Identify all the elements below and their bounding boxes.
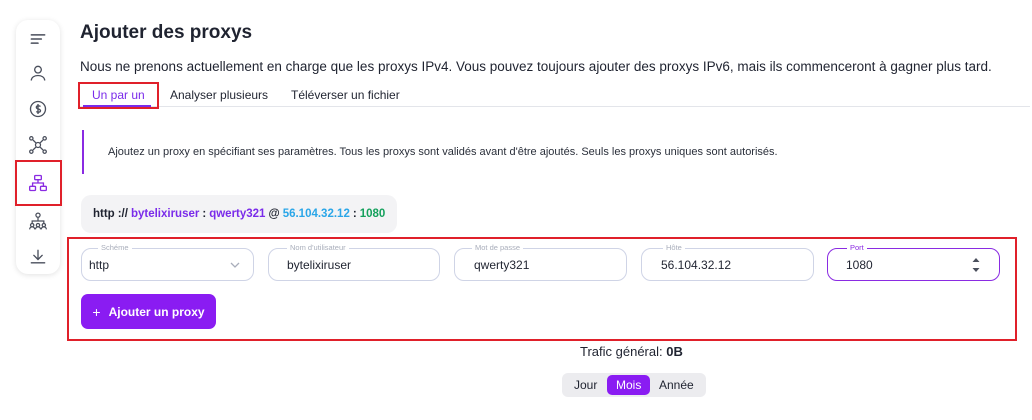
period-toggle: Jour Mois Année xyxy=(562,373,706,397)
info-text: Ajoutez un proxy en spécifiant ses param… xyxy=(108,146,778,158)
sidebar-item-network[interactable] xyxy=(16,128,60,162)
preview-password: qwerty321 xyxy=(209,208,266,220)
password-label: Mot de passe xyxy=(472,243,524,252)
dollar-icon xyxy=(29,100,47,118)
user-icon xyxy=(30,65,46,81)
traffic-label: Trafic général: xyxy=(580,344,663,359)
tab-bar: Un par un Analyser plusieurs Téléverser … xyxy=(80,84,1030,107)
chevron-down-icon xyxy=(230,262,240,268)
username-label: Nom d'utilisateur xyxy=(287,243,349,252)
menu-lines-icon xyxy=(30,34,46,44)
preview-colon: : xyxy=(202,208,207,220)
username-field[interactable]: Nom d'utilisateur bytelixiruser xyxy=(268,243,440,281)
plus-icon: + xyxy=(92,303,101,320)
sidebar-item-team[interactable] xyxy=(16,204,60,238)
tab-televerser-fichier[interactable]: Téléverser un fichier xyxy=(291,88,400,102)
preview-user: bytelixiruser xyxy=(130,208,200,220)
host-field[interactable]: Hôte 56.104.32.12 xyxy=(641,243,814,281)
tab-un-par-un[interactable]: Un par un xyxy=(92,88,145,102)
port-label: Port xyxy=(847,243,867,252)
preview-at: @ xyxy=(268,208,280,220)
info-callout: Ajoutez un proxy en spécifiant ses param… xyxy=(82,130,1032,174)
stepper-arrows-icon[interactable] xyxy=(971,256,981,274)
sidebar-item-menu[interactable] xyxy=(16,22,60,56)
sidebar-item-download[interactable] xyxy=(16,240,60,274)
port-value: 1080 xyxy=(846,258,873,272)
scheme-select[interactable]: Schéme http xyxy=(81,243,254,281)
period-option-month[interactable]: Mois xyxy=(607,375,651,395)
sitemap-icon xyxy=(29,174,48,192)
scheme-label: Schéme xyxy=(98,243,132,252)
preview-scheme: http xyxy=(93,208,115,220)
username-value: bytelixiruser xyxy=(287,258,352,272)
page-subtitle: Nous ne prenons actuellement en charge q… xyxy=(80,59,992,74)
period-option-day[interactable]: Jour xyxy=(574,378,597,392)
preview-host: 56.104.32.12 xyxy=(282,208,350,220)
download-icon xyxy=(30,249,46,264)
period-option-year[interactable]: Année xyxy=(659,378,694,392)
sidebar-nav xyxy=(16,20,60,274)
proxy-preview: http :// bytelixiruser : qwerty321 @ 56.… xyxy=(81,195,398,233)
preview-colon-port: : xyxy=(352,208,357,220)
scheme-value: http xyxy=(89,258,110,272)
preview-port: 1080 xyxy=(359,208,386,220)
preview-sep: :// xyxy=(117,208,128,220)
sidebar-item-proxies[interactable] xyxy=(16,166,60,200)
host-value: 56.104.32.12 xyxy=(661,258,732,272)
host-label: Hôte xyxy=(663,243,685,252)
password-value: qwerty321 xyxy=(474,258,530,272)
add-proxy-label: Ajouter un proxy xyxy=(108,304,205,319)
sidebar-item-profile[interactable] xyxy=(16,56,60,90)
port-stepper[interactable]: Port 1080 xyxy=(827,243,1000,281)
tab-analyser-plusieurs[interactable]: Analyser plusieurs xyxy=(170,88,268,102)
sidebar-item-earnings[interactable] xyxy=(16,92,60,126)
page-title: Ajouter des proxys xyxy=(80,22,253,43)
add-proxy-button[interactable]: + Ajouter un proxy xyxy=(81,294,216,329)
network-nodes-icon xyxy=(29,136,47,154)
team-hierarchy-icon xyxy=(29,212,47,230)
active-tab-indicator xyxy=(83,105,151,107)
traffic-value: 0B xyxy=(666,344,683,359)
traffic-summary: Trafic général: 0B xyxy=(580,344,683,359)
password-field[interactable]: Mot de passe qwerty321 xyxy=(454,243,627,281)
